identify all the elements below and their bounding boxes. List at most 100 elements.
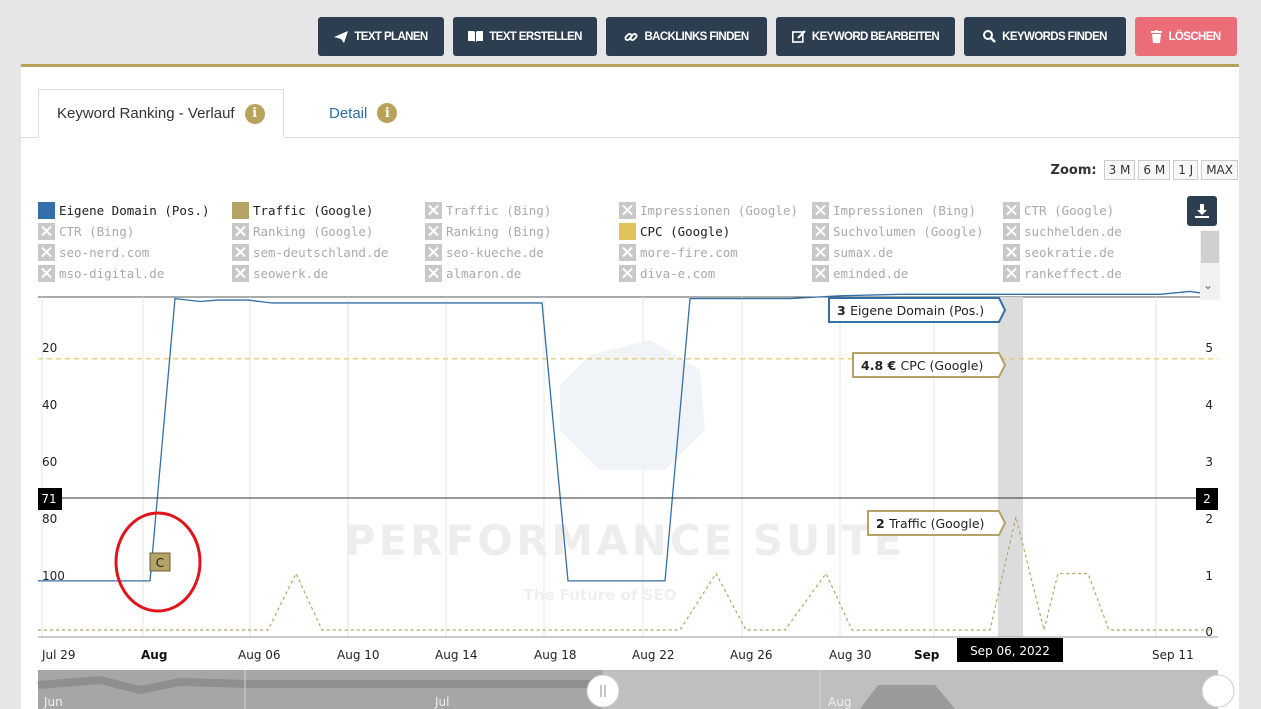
tooltip-text: 4.8 € CPC (Google) — [861, 358, 983, 373]
x-tick-label: Sep 11 — [1152, 648, 1194, 662]
navigator-label: Aug — [828, 695, 851, 709]
legend-label: CTR (Google) — [1024, 202, 1115, 218]
y-right-tick: 5 — [1205, 341, 1213, 355]
legend-label: Impressionen (Bing) — [833, 202, 976, 218]
disabled-x-icon — [1003, 243, 1020, 261]
legend-item[interactable]: CPC (Google) — [619, 221, 730, 241]
legend-label: seokratie.de — [1024, 244, 1115, 260]
legend-item[interactable]: sumax.de — [812, 242, 893, 262]
ranking-chart: PERFORMANCE SUITE The Future of SEO 20 40 60… — [37, 290, 1235, 709]
navigator-handle-left[interactable] — [586, 674, 620, 708]
disabled-x-icon — [812, 222, 829, 240]
disabled-x-icon — [619, 243, 636, 261]
y-left-tick: 40 — [42, 398, 57, 412]
tooltip-series: CPC (Google) — [901, 358, 984, 373]
disabled-x-icon — [812, 201, 829, 219]
tooltip-value: 3 — [837, 303, 850, 318]
legend-label: sem-deutschland.de — [253, 244, 389, 260]
legend-label: seo-kueche.de — [446, 244, 544, 260]
legend-label: CPC (Google) — [640, 223, 731, 239]
legend-item[interactable]: Impressionen (Bing) — [812, 200, 976, 220]
tooltip-traffic: 2 Traffic (Google) — [867, 510, 1007, 536]
legend-item[interactable]: CTR (Google) — [1003, 200, 1114, 220]
crosshair-left-value: 71 — [41, 492, 56, 506]
watermark-title: PERFORMANCE SUITE — [345, 516, 905, 565]
y-left-tick: 80 — [42, 512, 57, 526]
legend-item[interactable]: Impressionen (Google) — [619, 200, 798, 220]
legend-item[interactable]: eminded.de — [812, 263, 908, 283]
tooltip-eigene-domain: 3 Eigene Domain (Pos.) — [828, 297, 1007, 323]
annotation-flag-label: C — [156, 556, 164, 570]
legend-item[interactable]: Traffic (Bing) — [425, 200, 551, 220]
legend-item[interactable]: Ranking (Bing) — [425, 221, 551, 241]
x-tick-label: Jul 29 — [41, 648, 76, 662]
watermark-subtitle: The Future of SEO — [524, 586, 677, 604]
y-right-tick: 1 — [1205, 569, 1213, 583]
legend-scroll-thumb[interactable] — [1201, 231, 1219, 263]
legend-label: seo-nerd.com — [59, 244, 150, 260]
legend-item[interactable]: Eigene Domain (Pos.) — [38, 200, 210, 220]
disabled-x-icon — [38, 243, 55, 261]
legend-label: Traffic (Bing) — [446, 202, 552, 218]
legend-item[interactable]: rankeffect.de — [1003, 263, 1122, 283]
tooltip-text: 2 Traffic (Google) — [876, 516, 984, 531]
watermark-logo — [560, 340, 705, 470]
legend-swatch — [38, 201, 55, 219]
navigator-label: Jul — [434, 695, 449, 709]
disabled-x-icon — [619, 201, 636, 219]
legend-item[interactable]: diva-e.com — [619, 263, 715, 283]
legend-label: suchhelden.de — [1024, 223, 1122, 239]
disabled-x-icon — [425, 222, 442, 240]
legend-label: CTR (Bing) — [59, 223, 135, 239]
disabled-x-icon — [1003, 222, 1020, 240]
legend-label: seowerk.de — [253, 265, 329, 281]
download-button[interactable] — [1187, 196, 1217, 226]
legend-item[interactable]: Suchvolumen (Google) — [812, 221, 984, 241]
navigator-label: Jun — [43, 695, 63, 709]
y-left-tick: 60 — [42, 455, 57, 469]
x-tick-label: Aug — [141, 648, 167, 662]
legend-item[interactable]: seokratie.de — [1003, 242, 1114, 262]
legend-item[interactable]: sem-deutschland.de — [232, 242, 388, 262]
disabled-x-icon — [38, 264, 55, 282]
tooltip-series: Eigene Domain (Pos.) — [850, 303, 984, 318]
legend-swatch — [232, 201, 249, 219]
zoom-6m-button[interactable]: 6 M — [1138, 160, 1171, 180]
navigator-handle-right[interactable] — [1201, 674, 1235, 708]
tooltip-series: Traffic (Google) — [888, 516, 984, 531]
legend-swatch — [619, 222, 636, 240]
zoom-1j-button[interactable]: 1 J — [1173, 160, 1199, 180]
crosshair-right-value: 2 — [1203, 492, 1211, 506]
legend-label: Suchvolumen (Google) — [833, 223, 984, 239]
legend-label: eminded.de — [833, 265, 909, 281]
legend-item[interactable]: suchhelden.de — [1003, 221, 1122, 241]
disabled-x-icon — [619, 264, 636, 282]
y-right-tick: 3 — [1205, 455, 1213, 469]
legend-item[interactable]: Ranking (Google) — [232, 221, 373, 241]
x-tick-label: Aug 22 — [632, 648, 675, 662]
disabled-x-icon — [1003, 264, 1020, 282]
zoom-max-button[interactable]: MAX — [1201, 160, 1238, 180]
y-right-tick: 4 — [1205, 398, 1213, 412]
legend-item[interactable]: mso-digital.de — [38, 263, 164, 283]
legend-item[interactable]: more-fire.com — [619, 242, 738, 262]
legend-item[interactable]: CTR (Bing) — [38, 221, 134, 241]
x-tick-label: Aug 26 — [730, 648, 773, 662]
legend-item[interactable]: seowerk.de — [232, 263, 328, 283]
disabled-x-icon — [232, 243, 249, 261]
legend-label: mso-digital.de — [59, 265, 165, 281]
legend-label: Ranking (Bing) — [446, 223, 552, 239]
legend-item[interactable]: seo-nerd.com — [38, 242, 149, 262]
legend-item[interactable]: seo-kueche.de — [425, 242, 544, 262]
tooltip-value: 2 — [876, 516, 889, 531]
disabled-x-icon — [425, 201, 442, 219]
y-right-tick: 2 — [1205, 512, 1213, 526]
tooltip-value: 4.8 € — [861, 358, 901, 373]
disabled-x-icon — [38, 222, 55, 240]
legend-item[interactable]: almaron.de — [425, 263, 521, 283]
legend-label: sumax.de — [833, 244, 894, 260]
scroll-down-icon[interactable]: ⌄ — [1203, 278, 1213, 292]
zoom-3m-button[interactable]: 3 M — [1103, 160, 1136, 180]
legend-label: more-fire.com — [640, 244, 738, 260]
legend-item[interactable]: Traffic (Google) — [232, 200, 373, 220]
